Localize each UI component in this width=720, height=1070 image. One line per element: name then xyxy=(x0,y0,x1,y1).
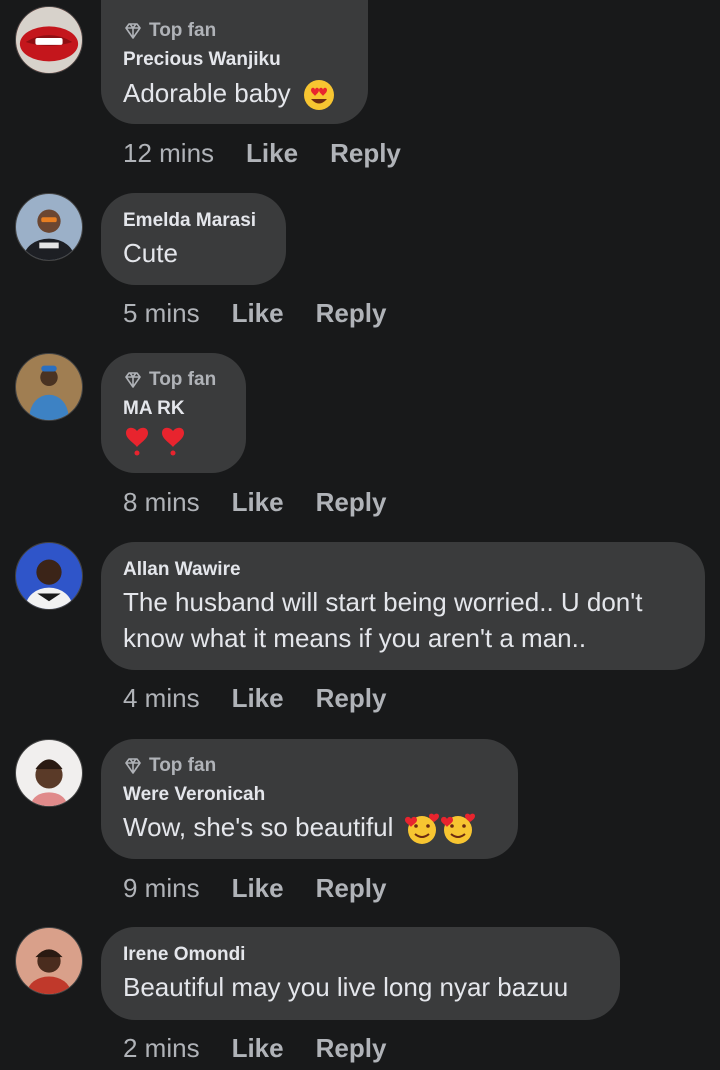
comment-text: Beautiful may you live long nyar bazuu xyxy=(123,972,569,1002)
comment-time: 12 mins xyxy=(123,138,215,168)
like-button[interactable]: Like xyxy=(232,298,284,329)
comment-text-line: know what it means if you aren't a man.. xyxy=(123,623,587,653)
avatar[interactable] xyxy=(15,193,83,261)
top-fan-badge: Top fan xyxy=(123,20,216,42)
badge-label: Top fan xyxy=(149,755,217,776)
comment-author[interactable]: Emelda Marasi xyxy=(123,210,256,232)
heart-eyes-emoji-icon xyxy=(303,80,334,111)
comment-author[interactable]: Allan Wawire xyxy=(123,559,241,581)
avatar-person-icon xyxy=(16,354,82,420)
like-button[interactable]: Like xyxy=(232,683,284,714)
comment-actions: 12 mins Like Reply xyxy=(123,138,401,169)
comment-text xyxy=(123,423,189,466)
like-button[interactable]: Like xyxy=(232,487,284,518)
reply-button[interactable]: Reply xyxy=(316,683,387,714)
comment-author[interactable]: Irene Omondi xyxy=(123,944,245,966)
reply-button[interactable]: Reply xyxy=(316,873,387,904)
top-fan-badge: Top fan xyxy=(123,755,216,777)
comment-bubble[interactable]: Allan Wawire The husband will start bein… xyxy=(101,542,705,670)
smiling-face-with-hearts-emoji-icon xyxy=(404,813,475,845)
comment-bubble[interactable]: Irene Omondi Beautiful may you live long… xyxy=(101,927,620,1020)
comment-time: 2 mins xyxy=(123,1033,200,1063)
comment-time: 8 mins xyxy=(123,487,200,517)
comment-bubble[interactable]: Top fan Were Veronicah Wow, she's so bea… xyxy=(101,739,518,859)
comment-time: 9 mins xyxy=(123,873,200,903)
avatar-person-icon xyxy=(16,928,82,994)
badge-label: Top fan xyxy=(149,20,217,41)
reply-button[interactable]: Reply xyxy=(316,1033,387,1064)
comment-text: Cute xyxy=(123,238,178,268)
avatar-person-icon xyxy=(16,740,82,806)
top-fan-badge: Top fan xyxy=(123,369,216,391)
comment-text-line: The husband will start being worried.. U… xyxy=(123,587,643,617)
avatar[interactable] xyxy=(15,542,83,610)
avatar[interactable] xyxy=(15,6,83,74)
avatar[interactable] xyxy=(15,739,83,807)
comment-actions: 4 mins Like Reply xyxy=(123,683,386,714)
comment-author[interactable]: MA RK xyxy=(123,398,185,420)
avatar-person-icon xyxy=(16,543,82,609)
reply-button[interactable]: Reply xyxy=(330,138,401,169)
comment-author[interactable]: Were Veronicah xyxy=(123,784,265,806)
comment-bubble[interactable]: Top fan MA RK xyxy=(101,353,246,473)
like-button[interactable]: Like xyxy=(232,873,284,904)
diamond-icon xyxy=(125,372,141,388)
comment-actions: 8 mins Like Reply xyxy=(123,487,386,518)
comment-text: Wow, she's so beautiful xyxy=(123,809,477,846)
avatar-person-icon xyxy=(16,194,82,260)
comment-author[interactable]: Precious Wanjiku xyxy=(123,49,281,71)
red-hearts-emoji-icon xyxy=(126,427,184,456)
comment-text-content: Adorable baby xyxy=(123,78,291,108)
comment-text-content: Wow, she's so beautiful xyxy=(123,812,394,842)
comment-actions: 2 mins Like Reply xyxy=(123,1033,386,1064)
comment-time: 4 mins xyxy=(123,683,200,713)
comments-thread: Top fan Precious Wanjiku Adorable baby 1… xyxy=(0,0,720,1070)
avatar-lips-icon xyxy=(16,7,82,73)
comment-bubble[interactable]: Top fan Precious Wanjiku Adorable baby xyxy=(101,0,368,124)
reply-button[interactable]: Reply xyxy=(316,487,387,518)
avatar[interactable] xyxy=(15,927,83,995)
diamond-icon xyxy=(125,23,141,39)
reply-button[interactable]: Reply xyxy=(316,298,387,329)
like-button[interactable]: Like xyxy=(232,1033,284,1064)
avatar[interactable] xyxy=(15,353,83,421)
diamond-icon xyxy=(125,758,141,774)
like-button[interactable]: Like xyxy=(246,138,298,169)
comment-text: Adorable baby xyxy=(123,75,336,112)
comment-actions: 5 mins Like Reply xyxy=(123,298,386,329)
comment-bubble[interactable]: Emelda Marasi Cute xyxy=(101,193,286,285)
comment-time: 5 mins xyxy=(123,298,200,328)
badge-label: Top fan xyxy=(149,369,217,390)
comment-actions: 9 mins Like Reply xyxy=(123,873,386,904)
